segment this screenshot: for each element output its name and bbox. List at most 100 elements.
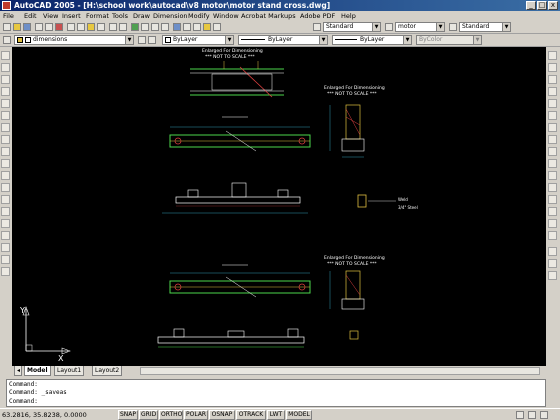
autocad-logo-icon[interactable] [2,1,11,10]
menu-dimension[interactable]: Dimension [153,12,188,20]
insert-block-icon[interactable] [1,183,10,192]
revision-cloud-icon[interactable] [1,135,10,144]
copy-icon[interactable] [77,23,85,31]
menu-tools[interactable]: Tools [112,12,128,20]
menu-acrobat-markups[interactable]: Acrobat Markups [241,12,296,20]
region-icon[interactable] [1,243,10,252]
communication-center-icon[interactable] [516,411,524,419]
command-prompt[interactable]: Command: [9,398,38,405]
match-properties-icon[interactable] [97,23,105,31]
model-space-toggle[interactable]: MODEL [286,410,312,420]
table-style-select[interactable]: Standard ▼ [459,22,511,32]
menu-help[interactable]: Help [341,12,356,20]
fillet-icon[interactable] [548,219,557,228]
menu-modify[interactable]: Modify [188,12,210,20]
redo-icon[interactable] [119,23,127,31]
tab-model[interactable]: Model [24,366,51,376]
line-icon[interactable] [1,51,10,60]
lwt-toggle[interactable]: LWT [267,410,285,420]
grid-toggle[interactable]: GRID [139,410,158,420]
color-select[interactable]: ByLayer ▼ [162,35,234,45]
open-icon[interactable] [13,23,21,31]
dim-style-icon[interactable] [385,23,393,31]
menu-edit[interactable]: Edit [24,12,37,20]
make-object-layer-current-icon[interactable] [138,36,146,44]
scale-icon[interactable] [548,135,557,144]
polyline-icon[interactable] [1,75,10,84]
radius-dimension-icon[interactable] [548,271,557,280]
menu-view[interactable]: View [43,12,58,20]
circle-icon[interactable] [1,123,10,132]
menu-insert[interactable]: Insert [62,12,81,20]
otrack-toggle[interactable]: OTRACK [236,410,266,420]
move-icon[interactable] [548,111,557,120]
rotate-icon[interactable] [548,123,557,132]
layer-select[interactable]: dimensions ▼ [14,35,134,45]
maximize-button[interactable]: □ [537,1,547,10]
layer-manager-icon[interactable] [3,36,11,44]
close-button[interactable]: x [548,1,558,10]
properties-icon[interactable] [173,23,181,31]
multiline-text-icon[interactable] [1,267,10,276]
horizontal-scrollbar[interactable] [140,367,540,375]
help-icon[interactable] [213,23,221,31]
copy-object-icon[interactable] [548,63,557,72]
chamfer-icon[interactable] [548,207,557,216]
stretch-icon[interactable] [548,147,557,156]
text-style-icon[interactable] [313,23,321,31]
minimize-button[interactable]: _ [526,1,536,10]
linetype-select[interactable]: ByLayer ▼ [238,35,328,45]
construction-line-icon[interactable] [1,63,10,72]
publish-icon[interactable] [55,23,63,31]
print-preview-icon[interactable] [45,23,53,31]
zoom-previous-icon[interactable] [161,23,169,31]
status-tray-menu-icon[interactable] [540,411,548,419]
polygon-icon[interactable] [1,87,10,96]
erase-icon[interactable] [548,51,557,60]
ortho-toggle[interactable]: ORTHO [159,410,183,420]
tool-palettes-icon[interactable] [193,23,201,31]
print-icon[interactable] [35,23,43,31]
lineweight-select[interactable]: ByLayer ▼ [332,35,412,45]
offset-icon[interactable] [548,87,557,96]
snap-toggle[interactable]: SNAP [118,410,138,420]
point-icon[interactable] [1,207,10,216]
ellipse-icon[interactable] [1,159,10,168]
tab-layout2[interactable]: Layout2 [92,366,123,376]
aligned-dimension-icon[interactable] [548,259,557,268]
undo-icon[interactable] [109,23,117,31]
spline-icon[interactable] [1,147,10,156]
polar-toggle[interactable]: POLAR [184,410,208,420]
layer-previous-icon[interactable] [148,36,156,44]
make-block-icon[interactable] [1,195,10,204]
extend-icon[interactable] [548,171,557,180]
text-style-select[interactable]: Standard ▼ [323,22,381,32]
break-at-point-icon[interactable] [548,183,557,192]
explode-icon[interactable] [548,231,557,240]
design-center-icon[interactable] [183,23,191,31]
toolbar-lock-icon[interactable] [528,411,536,419]
break-icon[interactable] [548,195,557,204]
menu-file[interactable]: File [3,12,14,20]
pan-icon[interactable] [131,23,139,31]
menu-adobe-pdf[interactable]: Adobe PDF [300,12,335,20]
markup-icon[interactable] [203,23,211,31]
menu-format[interactable]: Format [86,12,109,20]
zoom-realtime-icon[interactable] [141,23,149,31]
coordinate-readout[interactable]: 63.2816, 35.8238, 0.0000 [2,411,87,419]
table-icon[interactable] [1,255,10,264]
ellipse-arc-icon[interactable] [1,171,10,180]
rectangle-icon[interactable] [1,99,10,108]
drawing-canvas[interactable]: Enlarged For Dimensioning *** NOT TO SCA… [12,47,546,366]
osnap-toggle[interactable]: OSNAP [209,410,235,420]
gradient-icon[interactable] [1,231,10,240]
table-style-icon[interactable] [449,23,457,31]
menu-draw[interactable]: Draw [133,12,150,20]
command-window[interactable]: Command: Command: _saveas Command: [6,379,546,407]
tab-scroll-left[interactable]: ◂ [14,366,22,376]
menu-window[interactable]: Window [213,12,239,20]
paste-icon[interactable] [87,23,95,31]
save-icon[interactable] [23,23,31,31]
trim-icon[interactable] [548,159,557,168]
zoom-window-icon[interactable] [151,23,159,31]
